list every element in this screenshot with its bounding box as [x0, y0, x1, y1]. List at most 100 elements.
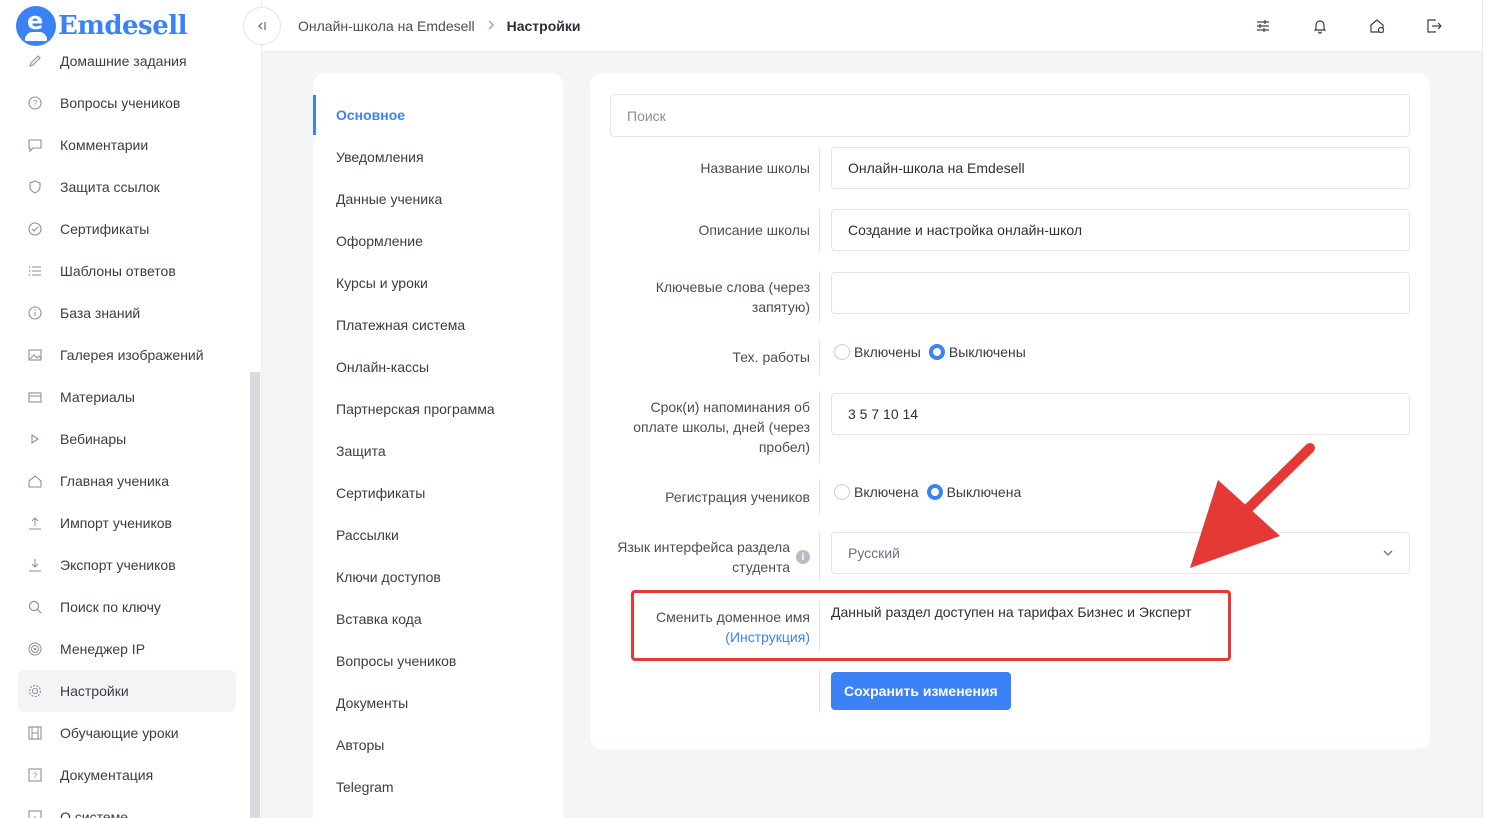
sidebar-item-ip-manager[interactable]: Менеджер IP [18, 628, 236, 670]
sidebar-item-label: Вопросы учеников [60, 95, 181, 111]
sidebar-item-label: Сертификаты [60, 221, 150, 237]
school-name-input[interactable]: Онлайн-школа на Emdesell [831, 147, 1410, 189]
collapse-sidebar-button[interactable] [243, 7, 281, 45]
search-icon [26, 598, 44, 616]
maintenance-on-label[interactable]: Включены [854, 344, 921, 360]
settings-menu-item[interactable]: Данные ученика [313, 179, 563, 219]
sidebar-item-import-students[interactable]: Импорт учеников [18, 502, 236, 544]
check-circle-icon [26, 220, 44, 238]
sidebar-item-label: Материалы [60, 389, 135, 405]
box-icon [26, 388, 44, 406]
settings-menu-item[interactable]: Платежная система [313, 305, 563, 345]
sidebar-item-tutorials[interactable]: Обучающие уроки [18, 712, 236, 754]
settings-menu-item[interactable]: Курсы и уроки [313, 263, 563, 303]
school-name-label: Название школы [700, 160, 810, 176]
registration-on-label[interactable]: Включена [854, 484, 919, 500]
settings-menu-item[interactable]: Сертификаты [313, 473, 563, 513]
language-selected-value: Русский [848, 545, 900, 561]
maintenance-radio-group: Включены Выключены [834, 344, 1034, 360]
school-description-input[interactable]: Создание и настройка онлайн-школ [831, 209, 1410, 251]
info-icon[interactable]: i [796, 550, 810, 564]
settings-menu-item[interactable]: Авторы [313, 725, 563, 765]
search-input[interactable] [610, 94, 1410, 137]
settings-menu-item[interactable]: Основное [313, 95, 563, 135]
save-changes-button[interactable]: Сохранить изменения [831, 672, 1011, 710]
sidebar-item-homework[interactable]: Домашние задания [18, 40, 236, 82]
settings-menu-item[interactable]: Партнерская программа [313, 389, 563, 429]
registration-radio-group: Включена Выключена [834, 484, 1029, 500]
domain-instruction-link[interactable]: (Инструкция) [725, 629, 810, 645]
registration-off-radio[interactable] [926, 484, 943, 500]
settings-menu-item[interactable]: Рассылки [313, 515, 563, 555]
keywords-input[interactable] [831, 272, 1410, 314]
sidebar-item-image-gallery[interactable]: Галерея изображений [18, 334, 236, 376]
reminder-days-input[interactable]: 3 5 7 10 14 [831, 393, 1410, 435]
film-icon [26, 724, 44, 742]
settings-menu-item[interactable]: Ключи доступов [313, 557, 563, 597]
maintenance-off-radio[interactable] [928, 344, 945, 360]
sidebar-item-webinars[interactable]: Вебинары [18, 418, 236, 460]
sidebar-scrollbar[interactable] [250, 372, 260, 818]
breadcrumb-current: Настройки [506, 18, 581, 34]
sidebar-item-settings[interactable]: Настройки [18, 670, 236, 712]
gear-icon [26, 682, 44, 700]
registration-off-label[interactable]: Выключена [947, 484, 1022, 500]
settings-menu-item[interactable]: Вопросы учеников [313, 641, 563, 681]
sidebar-item-materials[interactable]: Материалы [18, 376, 236, 418]
logout-icon[interactable] [1422, 14, 1446, 38]
sliders-icon[interactable] [1251, 14, 1275, 38]
settings-menu-item[interactable]: Документы [313, 683, 563, 723]
maintenance-off-label[interactable]: Выключены [949, 344, 1026, 360]
chevron-right-icon [487, 19, 495, 33]
breadcrumb: Онлайн-школа на Emdesell Настройки [298, 0, 581, 52]
settings-menu-item[interactable]: Вставка кода [313, 599, 563, 639]
registration-label: Регистрация учеников [665, 489, 810, 505]
comment-icon [26, 136, 44, 154]
settings-menu: Основное Уведомления Данные ученика Оформле… [313, 73, 563, 818]
sidebar-item-export-students[interactable]: Экспорт учеников [18, 544, 236, 586]
sidebar-item-answer-templates[interactable]: Шаблоны ответов [18, 250, 236, 292]
home-icon [26, 472, 44, 490]
keywords-label: Ключевые слова (через запятую) [655, 279, 810, 315]
sidebar-item-label: Обучающие уроки [60, 725, 179, 741]
settings-menu-item[interactable]: Онлайн-кассы [313, 347, 563, 387]
school-description-label: Описание школы [698, 222, 810, 238]
sidebar-item-label: О системе [60, 809, 129, 818]
breadcrumb-school[interactable]: Онлайн-школа на Emdesell [298, 18, 475, 34]
sidebar-item-student-questions[interactable]: ? Вопросы учеников [18, 82, 236, 124]
sidebar-item-key-search[interactable]: Поиск по ключу [18, 586, 236, 628]
sidebar-item-link-protection[interactable]: Защита ссылок [18, 166, 236, 208]
settings-menu-item[interactable]: Уведомления [313, 137, 563, 177]
sidebar-item-about[interactable]: О системе [18, 796, 236, 818]
sidebar-item-comments[interactable]: Комментарии [18, 124, 236, 166]
home-settings-icon[interactable] [1365, 14, 1389, 38]
info-circle-icon [26, 304, 44, 322]
pencil-icon [26, 52, 44, 70]
domain-label: Сменить доменное имя (Инструкция) [656, 609, 810, 645]
sidebar: e Emdesell Домашние задания? Вопросы учен… [0, 0, 262, 818]
language-select[interactable]: Русский [831, 532, 1410, 574]
maintenance-on-radio[interactable] [834, 344, 850, 360]
top-header: Онлайн-школа на Emdesell Настройки [243, 0, 1482, 52]
reminder-label: Срок(и) напоминания об оплате школы, дне… [633, 399, 810, 455]
target-icon [26, 640, 44, 658]
sidebar-item-label: Поиск по ключу [60, 599, 161, 615]
sidebar-item-student-home[interactable]: Главная ученика [18, 460, 236, 502]
sidebar-item-label: Менеджер IP [60, 641, 146, 657]
svg-text:?: ? [33, 772, 38, 781]
settings-menu-item[interactable]: Telegram [313, 767, 563, 807]
registration-on-radio[interactable] [834, 484, 850, 500]
info-square-icon [26, 808, 44, 818]
sidebar-item-certificates[interactable]: Сертификаты [18, 208, 236, 250]
settings-menu-item[interactable]: Защита [313, 431, 563, 471]
bell-icon[interactable] [1308, 14, 1332, 38]
sidebar-item-documentation[interactable]: ? Документация [18, 754, 236, 796]
sidebar-item-knowledge-base[interactable]: База знаний [18, 292, 236, 334]
sidebar-item-label: Шаблоны ответов [60, 263, 176, 279]
help-square-icon: ? [26, 766, 44, 784]
sidebar-item-label: Документация [60, 767, 154, 783]
settings-menu-item[interactable]: Оформление [313, 221, 563, 261]
play-icon [26, 430, 44, 448]
sidebar-item-label: Галерея изображений [60, 347, 204, 363]
sidebar-item-label: Вебинары [60, 431, 127, 447]
